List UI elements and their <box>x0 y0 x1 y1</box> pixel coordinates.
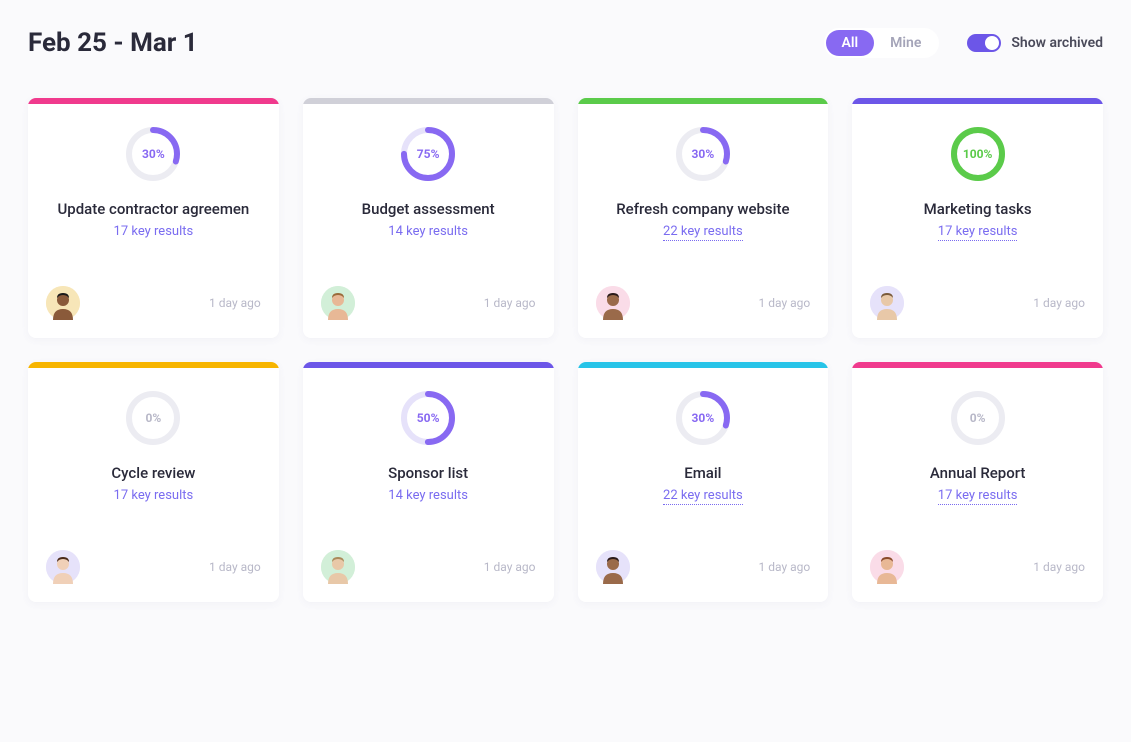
progress-ring: 50% <box>400 390 456 446</box>
card-accent <box>28 98 279 104</box>
card-accent <box>303 98 554 104</box>
time-ago: 1 day ago <box>484 560 536 574</box>
owner-avatar[interactable] <box>596 286 630 320</box>
card-accent <box>578 362 829 368</box>
owner-avatar[interactable] <box>321 286 355 320</box>
objective-card[interactable]: 50% Sponsor list 14 key results 1 day ag… <box>303 362 554 602</box>
card-footer: 1 day ago <box>870 530 1085 584</box>
progress-percent: 75% <box>400 126 456 182</box>
date-range: Feb 25 - Mar 1 <box>28 28 198 58</box>
progress-percent: 50% <box>400 390 456 446</box>
time-ago: 1 day ago <box>1033 560 1085 574</box>
key-results-link[interactable]: 14 key results <box>388 224 468 239</box>
time-ago: 1 day ago <box>759 560 811 574</box>
owner-avatar[interactable] <box>870 286 904 320</box>
progress-percent: 0% <box>950 390 1006 446</box>
key-results-link[interactable]: 17 key results <box>938 224 1018 241</box>
key-results-link[interactable]: 17 key results <box>114 488 194 503</box>
card-title: Annual Report <box>870 464 1085 482</box>
progress-percent: 30% <box>675 390 731 446</box>
time-ago: 1 day ago <box>209 560 261 574</box>
show-archived-control: Show archived <box>967 34 1103 52</box>
card-accent <box>578 98 829 104</box>
objective-card[interactable]: 100% Marketing tasks 17 key results 1 da… <box>852 98 1103 338</box>
card-footer: 1 day ago <box>870 266 1085 320</box>
card-title: Cycle review <box>46 464 261 482</box>
progress-ring: 100% <box>950 126 1006 182</box>
owner-avatar[interactable] <box>870 550 904 584</box>
show-archived-label: Show archived <box>1011 35 1103 51</box>
objective-card[interactable]: 30% Email 22 key results 1 day ago <box>578 362 829 602</box>
card-title: Budget assessment <box>321 200 536 218</box>
filter-pills: All Mine <box>824 28 940 58</box>
time-ago: 1 day ago <box>1033 296 1085 310</box>
progress-ring: 30% <box>675 390 731 446</box>
time-ago: 1 day ago <box>484 296 536 310</box>
key-results-link[interactable]: 22 key results <box>663 224 743 241</box>
card-title: Refresh company website <box>596 200 811 218</box>
key-results-link[interactable]: 22 key results <box>663 488 743 505</box>
time-ago: 1 day ago <box>209 296 261 310</box>
filter-mine[interactable]: Mine <box>874 30 937 56</box>
time-ago: 1 day ago <box>759 296 811 310</box>
card-footer: 1 day ago <box>596 530 811 584</box>
progress-percent: 100% <box>950 126 1006 182</box>
card-accent <box>852 362 1103 368</box>
header-controls: All Mine Show archived <box>824 28 1104 58</box>
objective-card[interactable]: 75% Budget assessment 14 key results 1 d… <box>303 98 554 338</box>
progress-percent: 30% <box>125 126 181 182</box>
card-title: Update contractor agreemen <box>46 200 261 218</box>
progress-ring: 0% <box>950 390 1006 446</box>
progress-ring: 75% <box>400 126 456 182</box>
card-footer: 1 day ago <box>46 266 261 320</box>
owner-avatar[interactable] <box>46 286 80 320</box>
objective-card[interactable]: 30% Update contractor agreemen 17 key re… <box>28 98 279 338</box>
owner-avatar[interactable] <box>596 550 630 584</box>
cards-grid: 30% Update contractor agreemen 17 key re… <box>28 98 1103 602</box>
progress-percent: 0% <box>125 390 181 446</box>
card-accent <box>28 362 279 368</box>
owner-avatar[interactable] <box>46 550 80 584</box>
card-footer: 1 day ago <box>596 266 811 320</box>
owner-avatar[interactable] <box>321 550 355 584</box>
card-footer: 1 day ago <box>321 266 536 320</box>
key-results-link[interactable]: 14 key results <box>388 488 468 503</box>
objective-card[interactable]: 30% Refresh company website 22 key resul… <box>578 98 829 338</box>
progress-ring: 0% <box>125 390 181 446</box>
progress-ring: 30% <box>125 126 181 182</box>
key-results-link[interactable]: 17 key results <box>938 488 1018 505</box>
card-accent <box>852 98 1103 104</box>
objective-card[interactable]: 0% Annual Report 17 key results 1 day ag… <box>852 362 1103 602</box>
card-title: Email <box>596 464 811 482</box>
key-results-link[interactable]: 17 key results <box>114 224 194 239</box>
card-footer: 1 day ago <box>46 530 261 584</box>
card-title: Marketing tasks <box>870 200 1085 218</box>
progress-ring: 30% <box>675 126 731 182</box>
card-footer: 1 day ago <box>321 530 536 584</box>
card-title: Sponsor list <box>321 464 536 482</box>
progress-percent: 30% <box>675 126 731 182</box>
card-accent <box>303 362 554 368</box>
show-archived-toggle[interactable] <box>967 34 1001 52</box>
filter-all[interactable]: All <box>826 30 875 56</box>
objective-card[interactable]: 0% Cycle review 17 key results 1 day ago <box>28 362 279 602</box>
